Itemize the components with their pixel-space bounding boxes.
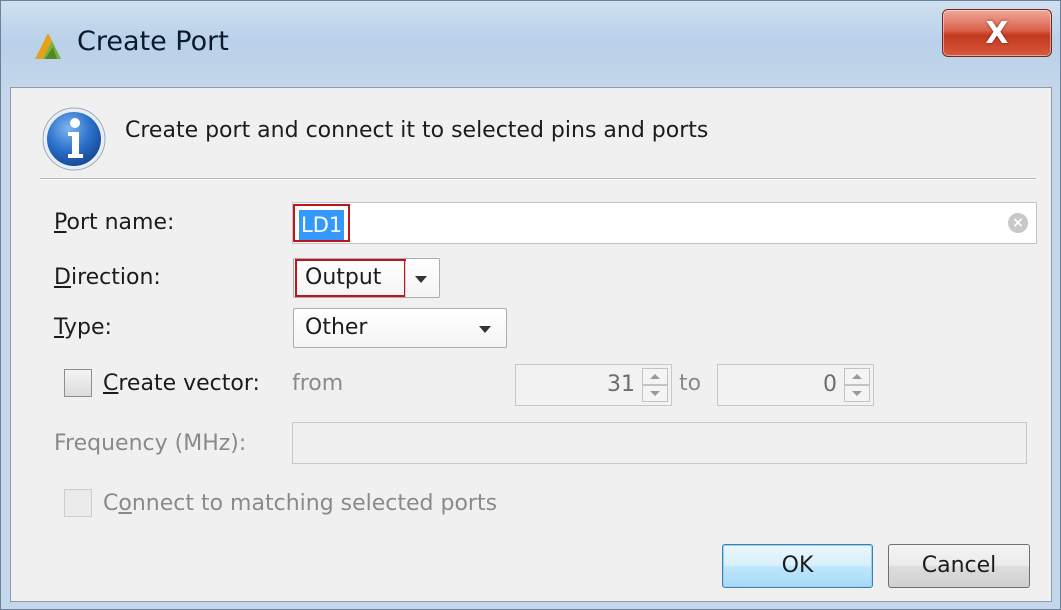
spin-up-icon[interactable] (844, 368, 870, 385)
create-port-dialog: Create Port X Create port and connect it… (0, 0, 1061, 610)
to-label: to (679, 371, 702, 396)
ok-button[interactable]: OK (722, 544, 873, 588)
type-select[interactable]: Other (293, 308, 507, 348)
type-label: Type: (54, 315, 112, 340)
vector-to-spinner[interactable]: 0 (717, 364, 874, 406)
separator (40, 178, 1036, 180)
spin-down-icon[interactable] (642, 385, 668, 402)
connect-matching-label[interactable]: Connect to matching selected ports (103, 491, 497, 516)
close-icon: X (985, 15, 1009, 51)
combo-divider (405, 261, 406, 297)
create-vector-label[interactable]: Create vector: (103, 371, 260, 396)
port-name-label: Port name: (54, 210, 175, 235)
to-value: 0 (823, 372, 837, 397)
frequency-label: Frequency (MHz): (54, 431, 247, 456)
header-message: Create port and connect it to selected p… (125, 118, 709, 143)
spin-up-icon[interactable] (642, 368, 668, 385)
info-icon (42, 107, 106, 171)
from-value: 31 (607, 372, 635, 397)
port-name-highlight: LD1 (293, 204, 350, 242)
clear-icon[interactable]: × (1008, 213, 1028, 233)
title-bar[interactable]: Create Port X (1, 1, 1060, 87)
cancel-button[interactable]: Cancel (888, 544, 1030, 588)
dialog-body: Create port and connect it to selected p… (10, 87, 1052, 602)
spin-down-icon[interactable] (844, 385, 870, 402)
chevron-down-icon (479, 326, 491, 333)
frequency-input[interactable] (292, 422, 1027, 464)
direction-highlight (295, 259, 406, 297)
from-label: from (292, 371, 344, 396)
type-value: Other (305, 315, 368, 340)
direction-label: Direction: (54, 265, 161, 290)
dialog-title: Create Port (77, 26, 229, 57)
create-vector-checkbox[interactable] (64, 369, 92, 397)
vector-from-spinner[interactable]: 31 (515, 364, 672, 406)
port-name-value: LD1 (299, 210, 345, 240)
port-name-input[interactable]: LD1 × (292, 202, 1037, 244)
connect-matching-checkbox[interactable] (64, 489, 92, 517)
chevron-down-icon (415, 276, 427, 283)
vivado-logo-icon (35, 33, 61, 59)
close-button[interactable]: X (942, 9, 1052, 57)
